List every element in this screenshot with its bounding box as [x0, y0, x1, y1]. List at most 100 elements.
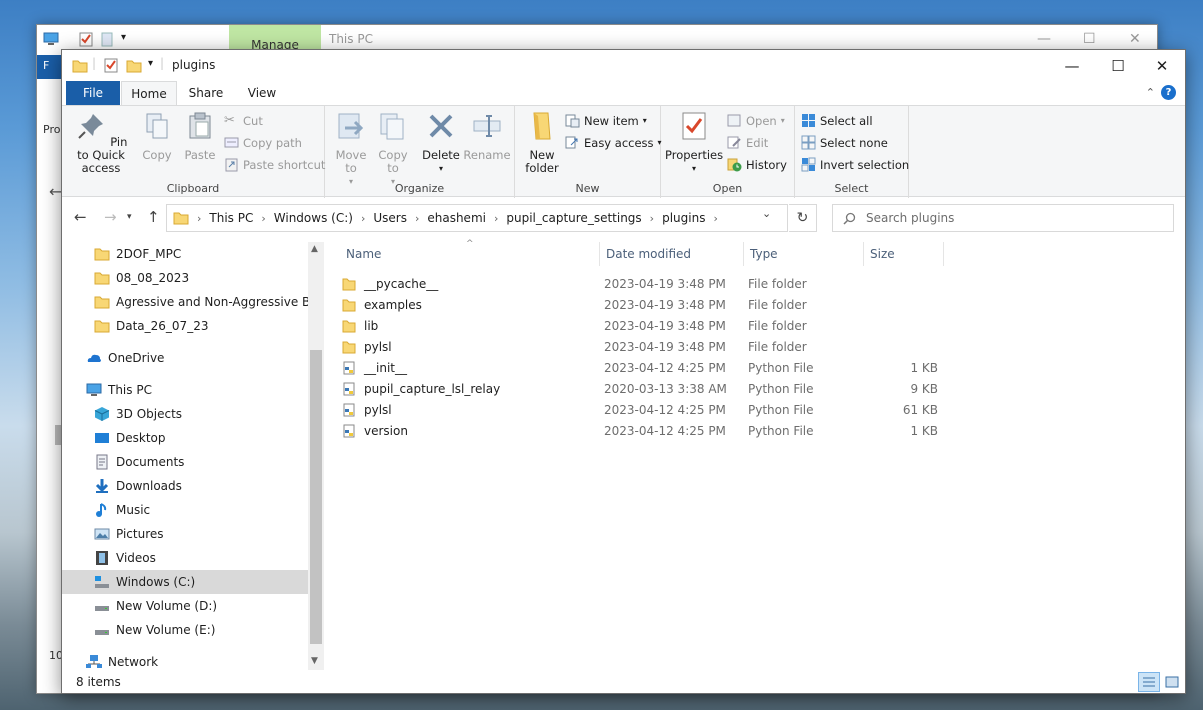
cut-button[interactable]: ✂ Cut [224, 113, 263, 128]
breadcrumb-users[interactable]: Users [373, 211, 407, 225]
properties-button[interactable]: Properties ▾ [665, 110, 723, 175]
breadcrumb-ehashemi[interactable]: ehashemi [427, 211, 486, 225]
nav-item-videos[interactable]: Videos [62, 546, 308, 570]
properties-icon[interactable] [104, 58, 118, 73]
paste-button[interactable]: Paste [180, 110, 220, 162]
file-row[interactable]: pupil_capture_lsl_relay 2020-03-13 3:38 … [342, 378, 942, 399]
move-to-button[interactable]: Move to ▾ [331, 110, 371, 188]
column-header-type[interactable]: Type [744, 242, 864, 266]
new-folder-button[interactable]: New folder [521, 110, 563, 175]
drive-icon [95, 606, 109, 611]
breadcrumb-separator-icon[interactable]: › [494, 212, 498, 225]
refresh-button[interactable]: ↻ [789, 204, 817, 232]
breadcrumb-pupil-capture-settings[interactable]: pupil_capture_settings [506, 211, 641, 225]
copy-icon [146, 113, 168, 139]
bg-maximize-button[interactable]: ☐ [1083, 31, 1096, 47]
quick-access-dropdown-icon[interactable]: ▾ [148, 58, 153, 69]
breadcrumb-separator-icon[interactable]: › [415, 212, 419, 225]
bg-close-button[interactable]: ✕ [1129, 31, 1141, 47]
new-item-button[interactable]: New item ▾ [565, 113, 647, 128]
pin-to-quick-access-button[interactable]: Pin to Quick access [68, 110, 134, 175]
copy-path-button[interactable]: Copy path [224, 135, 302, 150]
bg-file-tab[interactable]: F [37, 55, 61, 79]
minimize-button[interactable]: — [1049, 50, 1095, 81]
scroll-up-icon[interactable]: ▲ [311, 244, 318, 254]
invert-selection-button[interactable]: Invert selection [801, 157, 909, 172]
nav-item-onedrive[interactable]: OneDrive [62, 346, 308, 370]
open-button[interactable]: Open ▾ [727, 113, 785, 128]
explorer-window[interactable]: | ▾ | plugins — ☐ ✕ File Home Share View… [61, 49, 1186, 694]
edit-button[interactable]: Edit [727, 135, 768, 150]
back-arrow-icon[interactable]: ← [74, 208, 87, 226]
tab-share[interactable]: Share [180, 81, 232, 105]
address-dropdown-icon[interactable]: ⌄ [762, 207, 771, 220]
bg-minimize-button[interactable]: — [1037, 31, 1051, 47]
nav-item-08-08-2023[interactable]: 08_08_2023 [62, 266, 308, 290]
column-header-size[interactable]: Size [864, 242, 944, 266]
forward-arrow-icon[interactable]: → [104, 208, 117, 226]
chevron-up-icon[interactable]: ⌃ [1146, 86, 1155, 99]
copy-to-button[interactable]: Copy to ▾ [373, 110, 413, 188]
rename-button[interactable]: Rename [463, 110, 511, 162]
address-bar[interactable]: › This PC › Windows (C:) › Users › ehash… [166, 204, 788, 232]
breadcrumb-this-pc[interactable]: This PC [209, 211, 253, 225]
file-list[interactable]: Name ^ Date modified Type Size __pycache… [326, 239, 1184, 670]
copy-button[interactable]: Copy [138, 110, 176, 162]
select-all-button[interactable]: Select all [801, 113, 873, 128]
breadcrumb-separator-icon[interactable]: › [650, 212, 654, 225]
column-header-date[interactable]: Date modified [600, 242, 744, 266]
new-folder-icon[interactable] [126, 58, 142, 73]
file-row[interactable]: pylsl 2023-04-19 3:48 PM File folder [342, 336, 942, 357]
file-row[interactable]: examples 2023-04-19 3:48 PM File folder [342, 294, 942, 315]
tab-home[interactable]: Home [121, 81, 177, 105]
large-icons-view-button[interactable] [1161, 672, 1183, 692]
help-button[interactable]: ? [1161, 85, 1176, 100]
nav-item-network[interactable]: Network [62, 650, 308, 670]
invert-selection-icon [801, 157, 816, 172]
nav-scrollbar-thumb[interactable] [310, 350, 322, 644]
file-row[interactable]: __pycache__ 2023-04-19 3:48 PM File fold… [342, 273, 942, 294]
tab-view[interactable]: View [234, 81, 290, 105]
nav-item-new-volume-d[interactable]: New Volume (D:) [62, 594, 308, 618]
quick-access-dropdown-icon[interactable]: ▾ [121, 32, 126, 43]
desktop-icon [95, 433, 109, 443]
title-bar[interactable]: | ▾ | plugins — ☐ ✕ [62, 50, 1185, 81]
breadcrumb-plugins[interactable]: plugins [662, 211, 705, 225]
file-row[interactable]: __init__ 2023-04-12 4:25 PM Python File … [342, 357, 942, 378]
search-input[interactable]: Search plugins [832, 204, 1174, 232]
easy-access-button[interactable]: Easy access ▾ [565, 135, 662, 150]
breadcrumb-separator-icon[interactable]: › [713, 212, 717, 225]
nav-item-data-26-07-23[interactable]: Data_26_07_23 [62, 314, 308, 338]
nav-item-documents[interactable]: Documents [62, 450, 308, 474]
maximize-button[interactable]: ☐ [1095, 50, 1141, 81]
nav-item-this-pc[interactable]: This PC [62, 378, 308, 402]
navigation-pane[interactable]: 2DOF_MPC 08_08_2023 Agressive and Non-Ag… [62, 242, 324, 670]
breadcrumb-separator-icon[interactable]: › [261, 212, 265, 225]
delete-button[interactable]: Delete ▾ [421, 110, 461, 175]
close-button[interactable]: ✕ [1139, 50, 1185, 81]
nav-item-downloads[interactable]: Downloads [62, 474, 308, 498]
details-view-button[interactable] [1138, 672, 1160, 692]
paste-shortcut-button[interactable]: Paste shortcut [224, 157, 325, 172]
clipboard-group: Pin to Quick access Copy Paste ✂ Cut Cop… [62, 106, 325, 198]
select-none-button[interactable]: Select none [801, 135, 888, 150]
nav-item-desktop[interactable]: Desktop [62, 426, 308, 450]
file-row[interactable]: version 2023-04-12 4:25 PM Python File 1… [342, 420, 942, 441]
recent-locations-dropdown-icon[interactable]: ▾ [127, 212, 132, 222]
nav-item-3d-objects[interactable]: 3D Objects [62, 402, 308, 426]
breadcrumb-windows-c[interactable]: Windows (C:) [274, 211, 353, 225]
nav-item-2dof-mpc[interactable]: 2DOF_MPC [62, 242, 308, 266]
nav-item-windows-c[interactable]: Windows (C:) [62, 570, 308, 594]
nav-item-new-volume-e[interactable]: New Volume (E:) [62, 618, 308, 642]
breadcrumb-separator-icon[interactable]: › [361, 212, 365, 225]
history-button[interactable]: History [727, 157, 787, 172]
tab-file[interactable]: File [66, 81, 120, 105]
nav-item-pictures[interactable]: Pictures [62, 522, 308, 546]
nav-item-music[interactable]: Music [62, 498, 308, 522]
file-row[interactable]: lib 2023-04-19 3:48 PM File folder [342, 315, 942, 336]
title-divider: | [92, 56, 97, 70]
nav-item-agressive[interactable]: Agressive and Non-Aggressive Behav [62, 290, 308, 314]
scroll-down-icon[interactable]: ▼ [311, 656, 318, 666]
file-row[interactable]: pylsl 2023-04-12 4:25 PM Python File 61 … [342, 399, 942, 420]
up-arrow-icon[interactable]: ↑ [147, 208, 160, 226]
